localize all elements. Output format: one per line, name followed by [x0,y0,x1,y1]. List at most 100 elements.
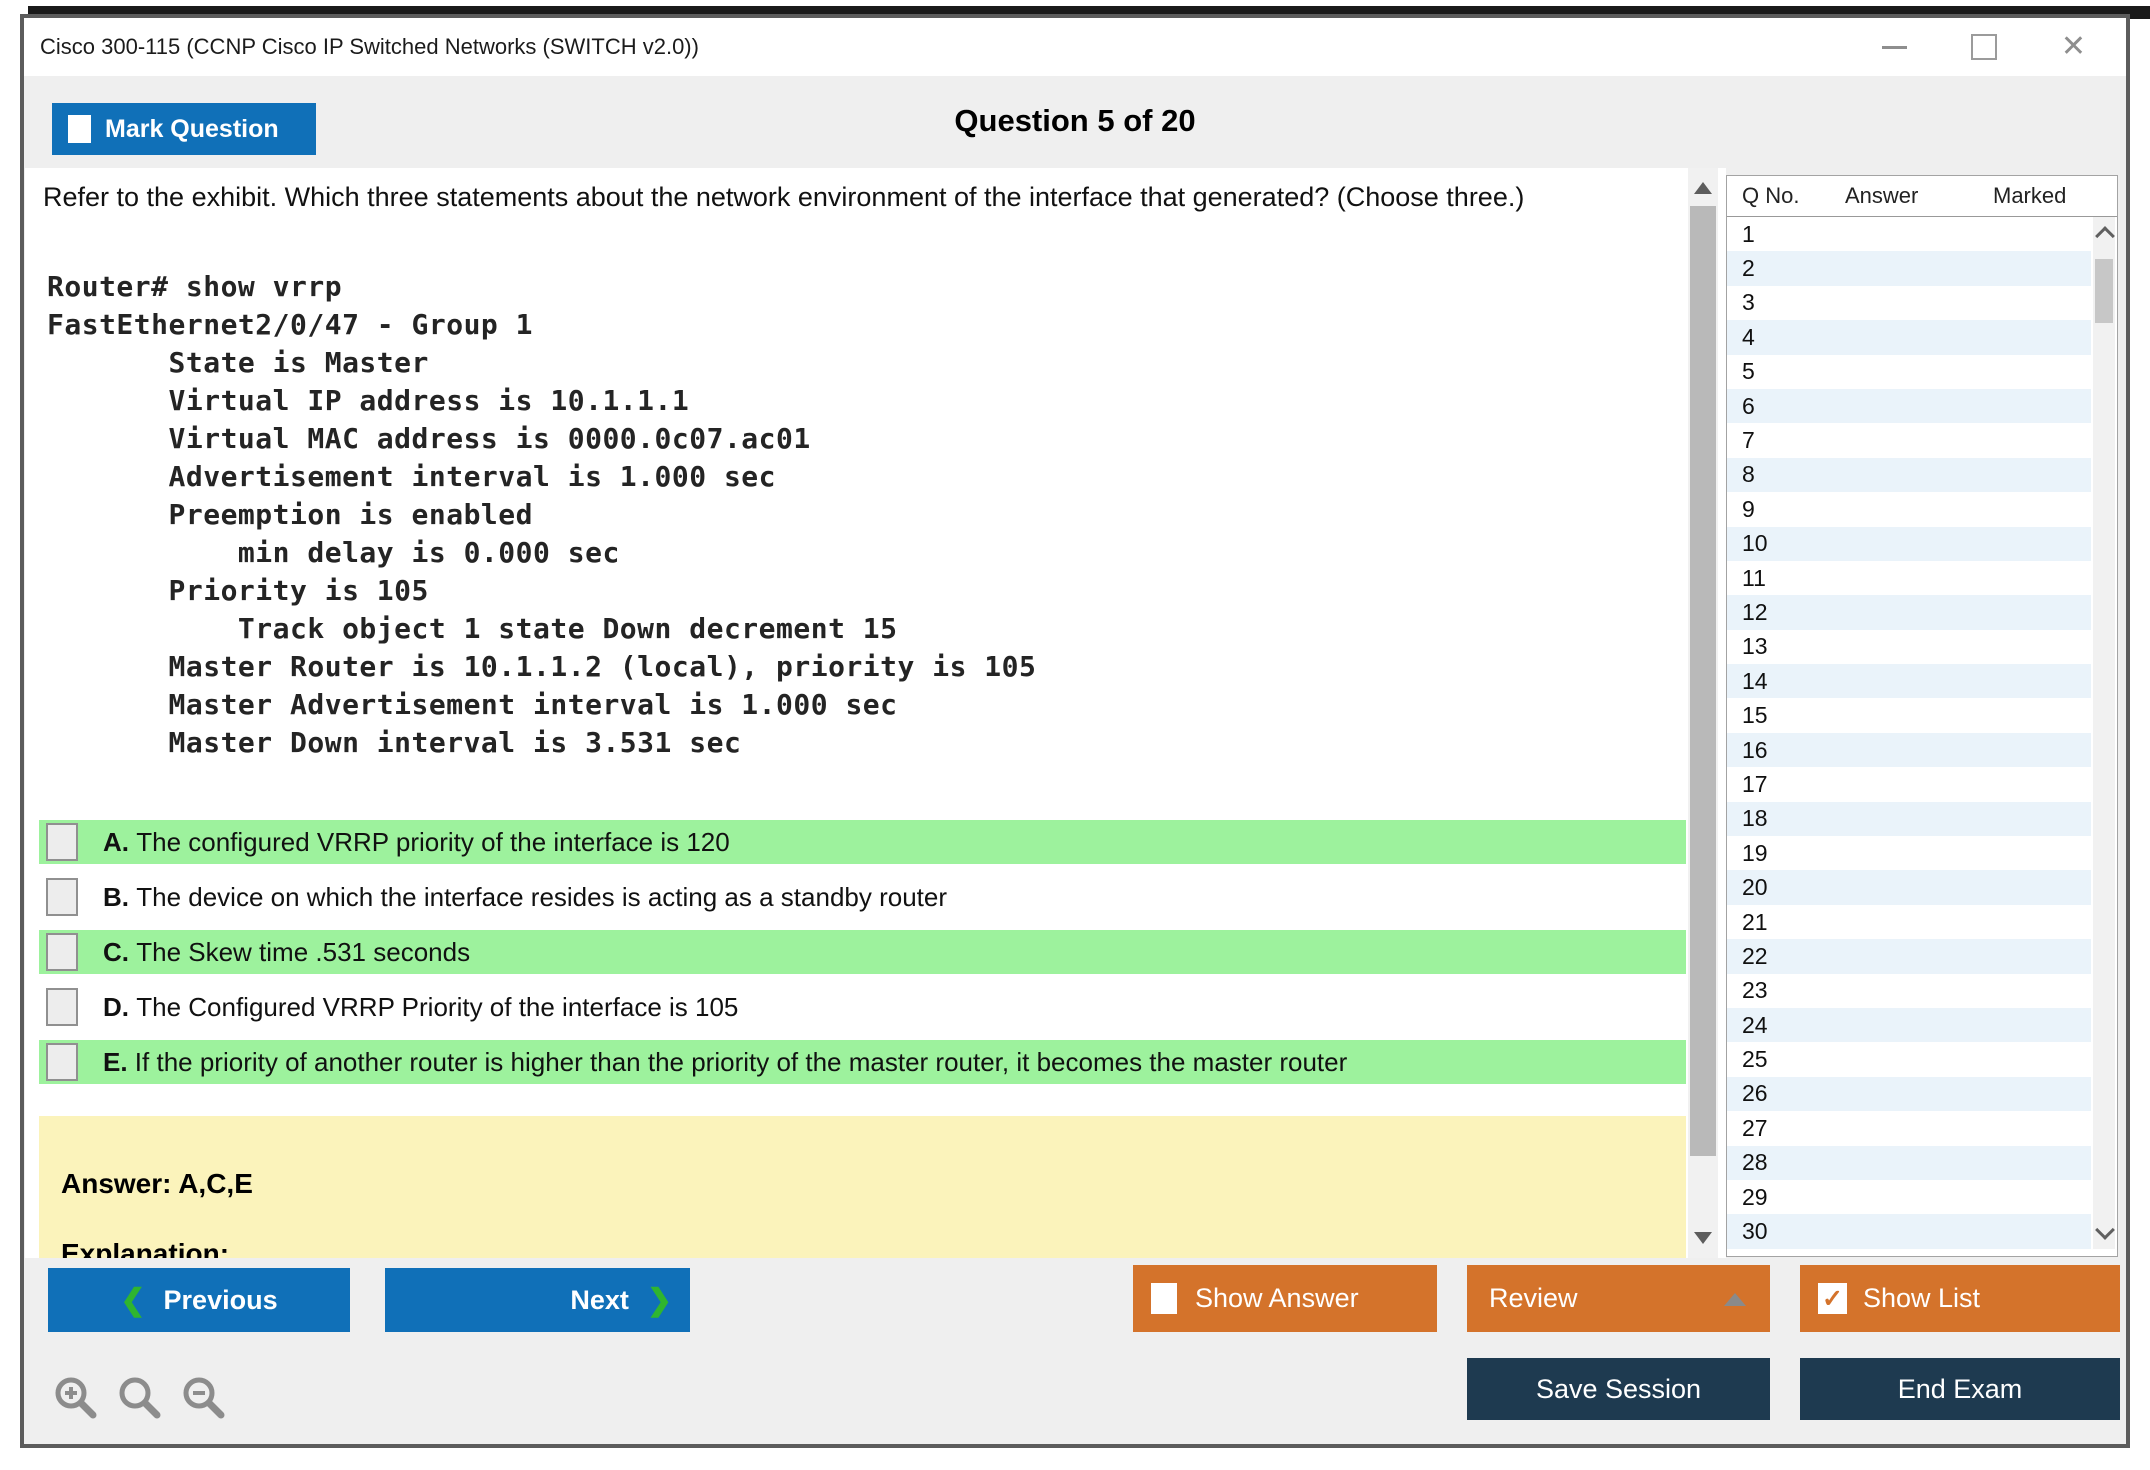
question-list-row-13[interactable]: 13 [1727,630,2091,664]
question-list-row-24[interactable]: 24 [1727,1008,2091,1042]
question-list-row-11[interactable]: 11 [1727,561,2091,595]
option-checkbox-C[interactable] [46,933,78,971]
question-list-row-26[interactable]: 26 [1727,1077,2091,1111]
question-number: 24 [1742,1012,1768,1039]
app-window: Cisco 300-115 (CCNP Cisco IP Switched Ne… [20,14,2130,1448]
question-list-row-27[interactable]: 27 [1727,1111,2091,1145]
exhibit-cli-output: Router# show vrrp FastEthernet2/0/47 - G… [47,268,1036,762]
zoom-out-icon[interactable] [180,1374,228,1422]
question-list-row-2[interactable]: 2 [1727,251,2091,285]
question-list-row-17[interactable]: 17 [1727,767,2091,801]
minimize-icon[interactable] [1882,46,1907,49]
zoom-in-icon[interactable] [52,1374,100,1422]
previous-label: Previous [164,1285,278,1316]
options-list: A. The configured VRRP priority of the i… [39,820,1686,1084]
question-list-row-25[interactable]: 25 [1727,1042,2091,1076]
review-collapse-icon[interactable] [1724,1293,1746,1306]
scrollbar-up-arrow-icon[interactable] [1694,182,1712,194]
question-list-row-29[interactable]: 29 [1727,1180,2091,1214]
question-list-row-19[interactable]: 19 [1727,836,2091,870]
question-number: 7 [1742,427,1755,454]
question-number: 2 [1742,255,1755,282]
option-text-D: D. The Configured VRRP Priority of the i… [103,992,738,1023]
question-list-row-22[interactable]: 22 [1727,939,2091,973]
show-list-button[interactable]: ✓ Show List [1800,1265,2120,1332]
question-list-row-10[interactable]: 10 [1727,527,2091,561]
screen: Cisco 300-115 (CCNP Cisco IP Switched Ne… [0,0,2150,1470]
question-number: 11 [1742,565,1766,592]
save-session-button[interactable]: Save Session [1467,1358,1770,1420]
option-text-B: B. The device on which the interface res… [103,882,947,913]
review-button[interactable]: Review [1467,1265,1770,1332]
app-body: Mark Question Question 5 of 20 Refer to … [24,76,2126,1444]
question-list-row-20[interactable]: 20 [1727,870,2091,904]
question-list-row-7[interactable]: 7 [1727,423,2091,457]
question-number: 22 [1742,943,1768,970]
option-row-E: E. If the priority of another router is … [39,1040,1686,1084]
option-text-A: A. The configured VRRP priority of the i… [103,827,730,858]
question-list-row-4[interactable]: 4 [1727,320,2091,354]
question-number: 15 [1742,702,1768,729]
question-list-row-9[interactable]: 9 [1727,492,2091,526]
question-number: 28 [1742,1149,1768,1176]
question-list-row-18[interactable]: 18 [1727,802,2091,836]
close-icon[interactable]: ✕ [2061,32,2086,62]
option-row-B: B. The device on which the interface res… [39,875,1686,919]
question-number: 12 [1742,599,1768,626]
question-list-row-30[interactable]: 30 [1727,1214,2091,1248]
magnifier-icon[interactable] [116,1374,164,1422]
question-number: 5 [1742,358,1755,385]
list-scroll-up-icon[interactable] [2095,226,2115,246]
previous-button[interactable]: ❮ Previous [48,1268,350,1332]
show-list-label: Show List [1863,1283,1980,1314]
question-list-row-14[interactable]: 14 [1727,664,2091,698]
option-checkbox-D[interactable] [46,988,78,1026]
question-list-row-12[interactable]: 12 [1727,595,2091,629]
question-list-row-6[interactable]: 6 [1727,389,2091,423]
next-chevron-icon: ❯ [647,1283,672,1318]
maximize-icon[interactable] [1971,34,1997,60]
question-prompt: Refer to the exhibit. Which three statem… [43,182,1703,213]
question-list-row-3[interactable]: 3 [1727,286,2091,320]
next-button[interactable]: Next ❯ [385,1268,690,1332]
question-scrollbar[interactable] [1688,168,1718,1258]
question-list-row-21[interactable]: 21 [1727,905,2091,939]
question-list-row-15[interactable]: 15 [1727,698,2091,732]
option-checkbox-B[interactable] [46,878,78,916]
list-scroll-down-icon[interactable] [2095,1220,2115,1240]
question-number: 23 [1742,977,1768,1004]
option-checkbox-A[interactable] [46,823,78,861]
scrollbar-thumb[interactable] [1690,206,1716,1156]
show-list-checkbox[interactable]: ✓ [1818,1283,1847,1314]
question-number: 27 [1742,1115,1768,1142]
question-list-scrollbar[interactable] [2093,217,2115,1249]
show-answer-button[interactable]: Show Answer [1133,1265,1437,1332]
question-number: 29 [1742,1184,1768,1211]
question-list-row-8[interactable]: 8 [1727,458,2091,492]
question-list-rows: 1234567891011121314151617181920212223242… [1727,217,2091,1249]
question-number: 20 [1742,874,1768,901]
titlebar: Cisco 300-115 (CCNP Cisco IP Switched Ne… [24,18,2126,76]
explanation-label: Explanation: [61,1238,229,1258]
question-list-row-5[interactable]: 5 [1727,355,2091,389]
question-list-row-1[interactable]: 1 [1727,217,2091,251]
list-scrollbar-thumb[interactable] [2095,259,2113,323]
show-answer-checkbox[interactable] [1151,1283,1177,1314]
option-checkbox-E[interactable] [46,1043,78,1081]
scrollbar-down-arrow-icon[interactable] [1694,1232,1712,1244]
end-exam-label: End Exam [1898,1374,2023,1405]
question-list-row-23[interactable]: 23 [1727,974,2091,1008]
question-number: 26 [1742,1080,1768,1107]
question-number: 6 [1742,393,1755,420]
option-row-A: A. The configured VRRP priority of the i… [39,820,1686,864]
question-list-header: Q No. Answer Marked [1727,176,2117,217]
answer-box: Answer: A,C,E Explanation: [39,1116,1686,1258]
next-label: Next [570,1285,629,1316]
question-list-row-16[interactable]: 16 [1727,733,2091,767]
question-counter: Question 5 of 20 [24,103,2126,139]
end-exam-button[interactable]: End Exam [1800,1358,2120,1420]
column-header-marked: Marked [1993,176,2066,216]
question-list-row-28[interactable]: 28 [1727,1146,2091,1180]
question-number: 25 [1742,1046,1768,1073]
question-number: 18 [1742,805,1768,832]
